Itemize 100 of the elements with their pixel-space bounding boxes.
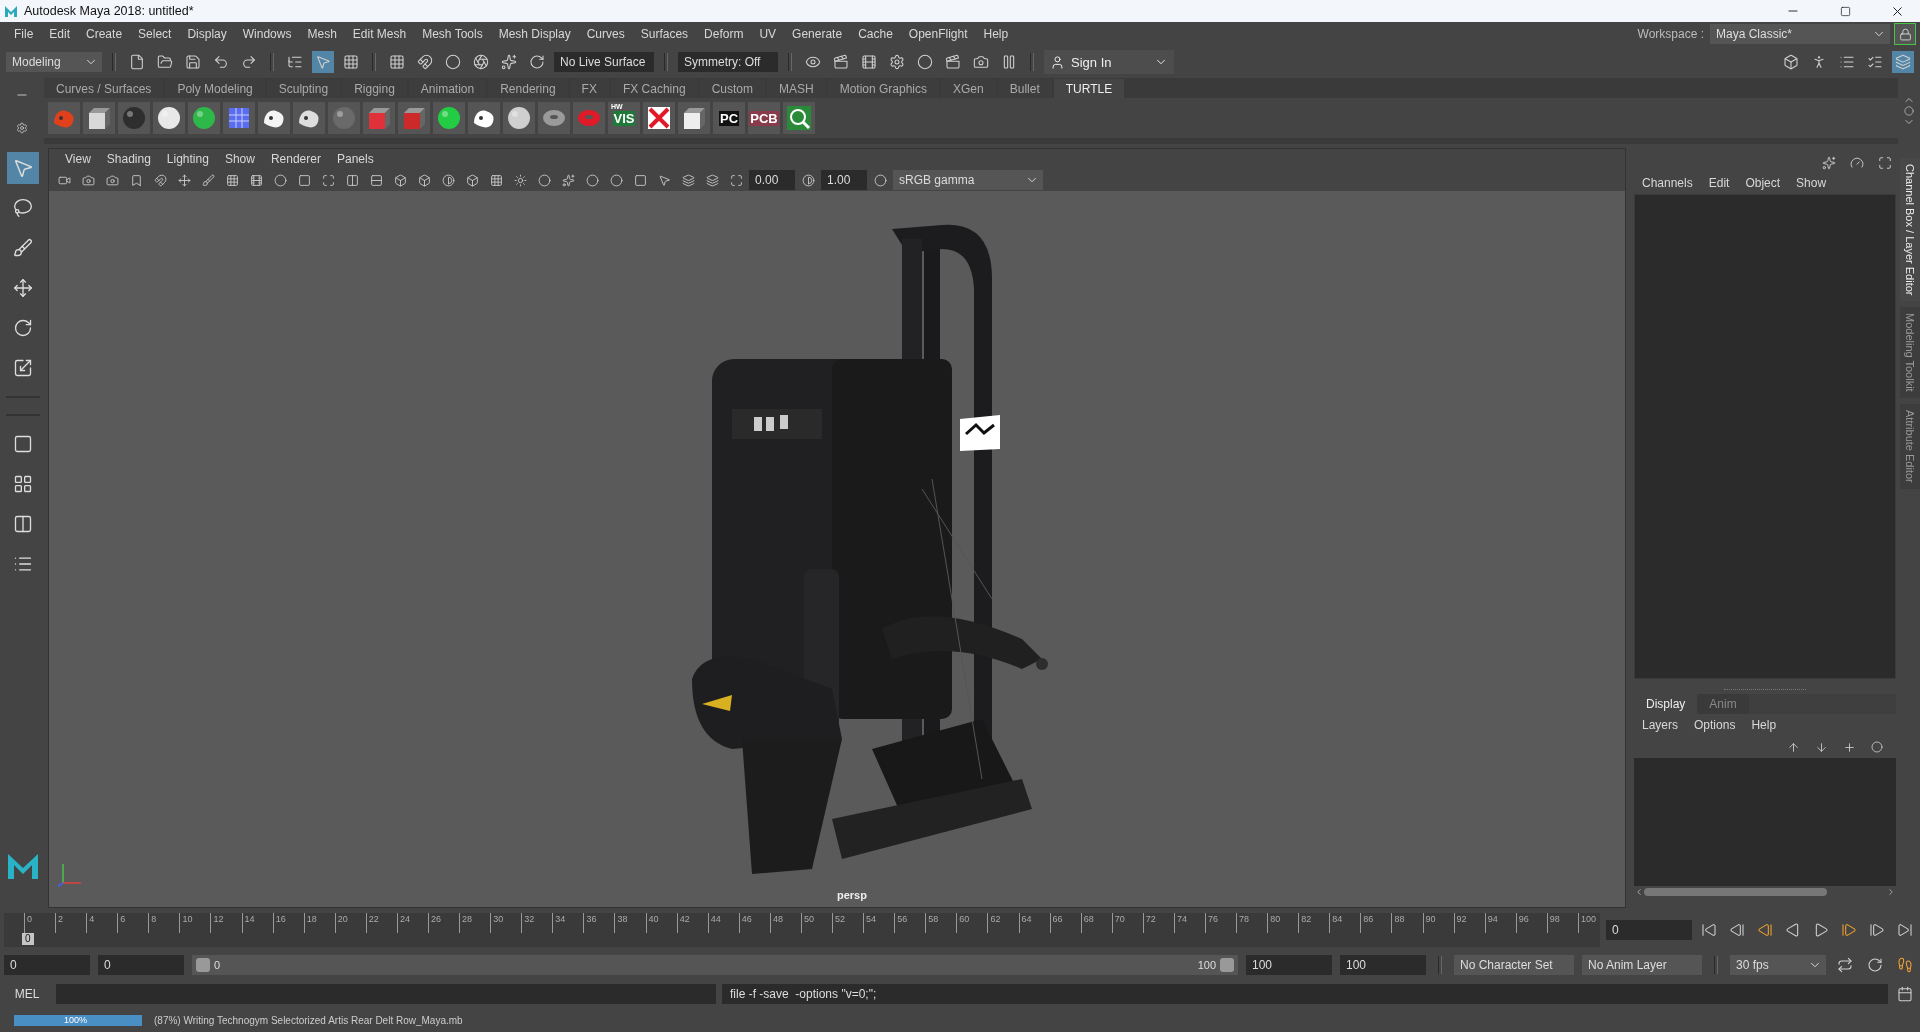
character-set-dropdown[interactable]: No Character Set bbox=[1454, 955, 1574, 975]
viewport-menu-item[interactable]: Show bbox=[216, 152, 263, 166]
live-surface-field[interactable]: No Live Surface bbox=[554, 52, 654, 72]
command-result: file -f -save -options "v=0;"; bbox=[722, 984, 1888, 1004]
playback-start-field[interactable]: 0 bbox=[98, 955, 184, 975]
time-slider[interactable]: 0 2 4 6 8 10 12 14 16 18 20 22 24 26 28 30 32 34 36 38 40 42 44 46 48 50 52 54 56 58 60 62 64 66 68 70 72 74 76 78 80 82 84 86 88 90 92 94 96 98 100 0 bbox=[4, 913, 1600, 947]
frame-label: 78 bbox=[1236, 913, 1251, 933]
range-end-label: 100 bbox=[1197, 959, 1216, 971]
channel-menu-item[interactable]: Object bbox=[1737, 176, 1789, 190]
anim-layer-dropdown[interactable]: No Anim Layer bbox=[1582, 955, 1702, 975]
frame-label: 40 bbox=[645, 913, 660, 933]
menu-item[interactable]: Edit bbox=[41, 27, 79, 41]
menu-item[interactable]: Display bbox=[179, 27, 235, 41]
frame-label: 8 bbox=[148, 913, 163, 933]
channel-menu-item[interactable]: Edit bbox=[1700, 176, 1738, 190]
frame-label: 56 bbox=[894, 913, 909, 933]
frame-label: 44 bbox=[707, 913, 722, 933]
frame-label: 90 bbox=[1422, 913, 1437, 933]
frame-label: 48 bbox=[769, 913, 784, 933]
camera-label: persp bbox=[837, 889, 867, 901]
menu-item[interactable]: Help bbox=[975, 27, 1017, 41]
help-line-message: (87%) Writing Technogym Selectorized Artis Rear Delt Row_Maya.mb bbox=[154, 1014, 463, 1026]
viewport-menu-item[interactable]: Panels bbox=[328, 152, 382, 166]
frame-label: 70 bbox=[1111, 913, 1126, 933]
frame-label: 92 bbox=[1453, 913, 1468, 933]
viewport-menu-item[interactable]: Lighting bbox=[158, 152, 217, 166]
frame-label: 22 bbox=[365, 913, 380, 933]
menu-item[interactable]: UV bbox=[751, 27, 785, 41]
window-title: Autodesk Maya 2018: untitled* bbox=[24, 4, 195, 18]
side-tab[interactable]: Channel Box / Layer Editor bbox=[1900, 158, 1920, 302]
fps-dropdown[interactable]: 30 fps bbox=[1730, 955, 1826, 975]
frame-label: 4 bbox=[86, 913, 101, 933]
start-time-field[interactable]: 0 bbox=[4, 955, 90, 975]
viewport-menu-item[interactable]: Renderer bbox=[262, 152, 329, 166]
shelf-button[interactable]: PC bbox=[713, 102, 745, 134]
current-frame-field[interactable]: 0 bbox=[1606, 920, 1692, 940]
frame-label: 30 bbox=[490, 913, 505, 933]
channel-menu-item[interactable]: Show bbox=[1788, 176, 1835, 190]
progress-label: 100% bbox=[64, 1014, 88, 1026]
viewport-menu-item[interactable]: Shading bbox=[98, 152, 159, 166]
icon-label: PC bbox=[718, 110, 740, 126]
frame-label: 24 bbox=[396, 913, 411, 933]
frame-label: 46 bbox=[738, 913, 753, 933]
frame-label: 88 bbox=[1391, 913, 1406, 933]
frame-label: 14 bbox=[241, 913, 256, 933]
command-language-label[interactable]: MEL bbox=[4, 987, 50, 1001]
menu-item[interactable]: Select bbox=[130, 27, 180, 41]
frame-label: 76 bbox=[1204, 913, 1219, 933]
frame-label: 36 bbox=[583, 913, 598, 933]
shelf-tab[interactable]: TURTLE bbox=[1053, 79, 1125, 98]
menu-item[interactable]: Mesh Display bbox=[490, 27, 579, 41]
frame-label: 6 bbox=[117, 913, 132, 933]
icon-label: PCB bbox=[749, 110, 779, 126]
channel-menu-item[interactable]: Channels bbox=[1634, 176, 1701, 190]
frame-label: 50 bbox=[800, 913, 815, 933]
frame-label: 60 bbox=[956, 913, 971, 933]
frame-label: 52 bbox=[832, 913, 847, 933]
side-tab[interactable]: Attribute Editor bbox=[1900, 404, 1920, 489]
frame-label: 12 bbox=[210, 913, 225, 933]
layer-menu-item[interactable]: Layers bbox=[1634, 718, 1687, 732]
menu-item[interactable]: Deform bbox=[696, 27, 752, 41]
workspace-label: Workspace : bbox=[1637, 27, 1705, 41]
frame-label: 2 bbox=[55, 913, 70, 933]
frame-label: 54 bbox=[863, 913, 878, 933]
menu-item[interactable]: Generate bbox=[784, 27, 851, 41]
frame-label: 74 bbox=[1173, 913, 1188, 933]
frame-label: 96 bbox=[1515, 913, 1530, 933]
menu-item[interactable]: Cache bbox=[850, 27, 901, 41]
range-slider[interactable]: 0 100 bbox=[192, 955, 1238, 975]
menu-item[interactable]: Create bbox=[78, 27, 131, 41]
viewport-menu-item[interactable]: View bbox=[57, 152, 99, 166]
frame-label: 28 bbox=[459, 913, 474, 933]
menu-item[interactable]: Mesh Tools bbox=[414, 27, 491, 41]
frame-label: 72 bbox=[1142, 913, 1157, 933]
layer-menu-item[interactable]: Help bbox=[1743, 718, 1785, 732]
layer-menu-item[interactable]: Options bbox=[1686, 718, 1744, 732]
frame-label: 82 bbox=[1298, 913, 1313, 933]
exposure-field[interactable]: 0.00 bbox=[749, 170, 795, 190]
menu-item[interactable]: Surfaces bbox=[632, 27, 697, 41]
color-space-dropdown[interactable]: sRGB gamma bbox=[893, 170, 1043, 190]
menu-item[interactable]: Mesh bbox=[299, 27, 345, 41]
shelf-button[interactable]: PCB bbox=[748, 102, 780, 134]
symmetry-field[interactable]: Symmetry: Off bbox=[678, 52, 778, 72]
menu-item[interactable]: Curves bbox=[578, 27, 633, 41]
menu-item[interactable]: Windows bbox=[234, 27, 300, 41]
playback-end-field[interactable]: 100 bbox=[1246, 955, 1332, 975]
current-frame-marker: 0 bbox=[22, 933, 34, 945]
sign-in-button[interactable]: Sign In bbox=[1044, 50, 1174, 74]
frame-label: 98 bbox=[1546, 913, 1561, 933]
side-tab[interactable]: Modeling Toolkit bbox=[1900, 307, 1920, 399]
menu-set-dropdown[interactable]: Modeling bbox=[6, 52, 102, 72]
frame-label: 66 bbox=[1049, 913, 1064, 933]
menu-item[interactable]: Edit Mesh bbox=[344, 27, 415, 41]
workspace-dropdown[interactable]: Maya Classic* bbox=[1710, 24, 1890, 44]
menu-item[interactable]: OpenFlight bbox=[900, 27, 976, 41]
menu-item[interactable]: File bbox=[6, 27, 42, 41]
gamma-field[interactable]: 1.00 bbox=[821, 170, 867, 190]
range-start-label: 0 bbox=[214, 959, 221, 971]
layer-tab[interactable]: Display bbox=[1634, 694, 1698, 714]
end-time-field[interactable]: 100 bbox=[1340, 955, 1426, 975]
